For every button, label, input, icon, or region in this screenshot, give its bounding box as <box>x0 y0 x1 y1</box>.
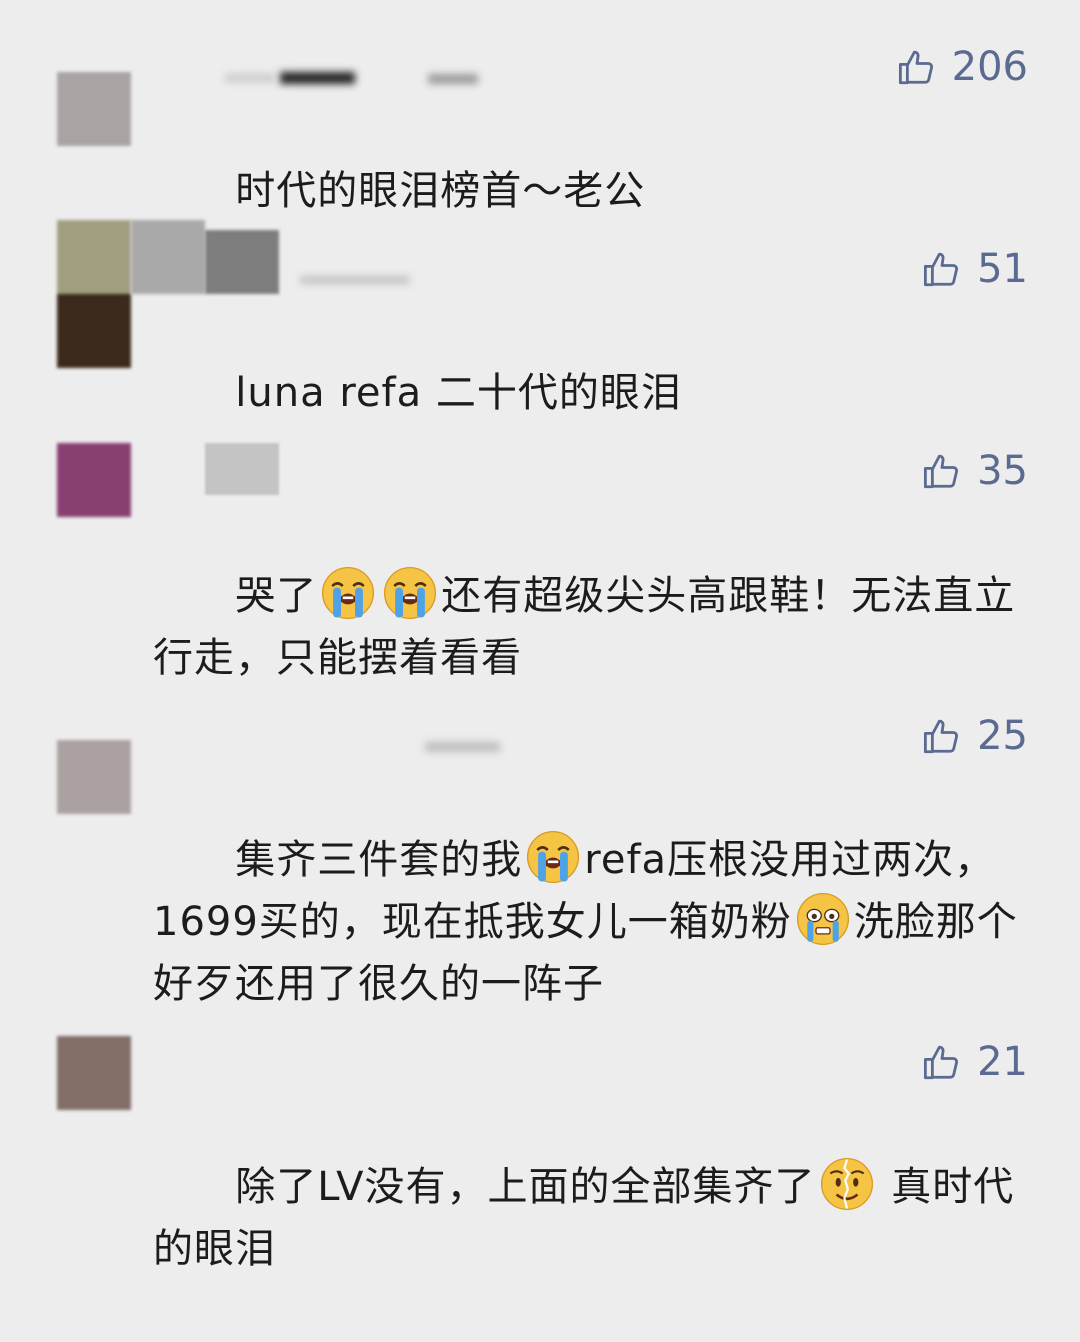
like-count: 25 <box>977 713 1028 759</box>
like-button[interactable]: 35 <box>921 450 1028 492</box>
comment-text-segment: luna refa 二十代的眼泪 <box>235 370 682 416</box>
avatar[interactable] <box>57 1036 131 1110</box>
crying-face-emoji <box>796 892 849 946</box>
username-blurred[interactable] <box>300 276 410 284</box>
comment-text: 哭了 还有超级尖头高跟鞋！无法直立行走，只能摆着看看 <box>153 503 1032 751</box>
avatar[interactable] <box>57 72 131 146</box>
comment-text-segment: 时代的眼泪榜首～老公 <box>235 168 646 214</box>
like-button[interactable]: 21 <box>921 1041 1028 1083</box>
avatar[interactable] <box>57 443 131 517</box>
comment-text: luna refa 二十代的眼泪 <box>153 300 1032 486</box>
username-blurred[interactable] <box>425 742 500 752</box>
avatar-blurred-extra <box>131 220 205 294</box>
comment-text-segment: 哭了 <box>235 573 318 619</box>
like-button[interactable]: 51 <box>921 248 1028 290</box>
username-blurred[interactable] <box>205 443 279 495</box>
comment-text: 时代的眼泪榜首～老公 <box>153 98 1032 284</box>
comment-text-segment: 除了LV没有，上面的全部集齐了 <box>235 1164 816 1210</box>
loudly-crying-emoji <box>384 566 437 620</box>
thumbs-up-icon <box>924 454 959 489</box>
like-count: 35 <box>977 448 1028 494</box>
thumbs-up-icon <box>924 252 959 287</box>
username-blurred[interactable] <box>280 72 355 84</box>
thumbs-up-icon <box>898 50 933 85</box>
username-blurred <box>225 74 275 82</box>
username-blurred <box>428 74 478 84</box>
like-count: 21 <box>977 1039 1028 1085</box>
like-button[interactable]: 206 <box>896 46 1028 88</box>
avatar-blurred-extra <box>205 230 279 294</box>
comment-text: 除了LV没有，上面的全部集齐了 真时代的眼泪 <box>153 1094 1032 1342</box>
like-count: 206 <box>951 44 1028 90</box>
thumbs-up-icon <box>924 719 959 754</box>
avatar[interactable] <box>57 740 131 814</box>
comment-text: 集齐三件套的我 refa压根没用过两次，1699买的，现在抵我女儿一箱奶粉 洗脸… <box>153 767 1032 1077</box>
avatar[interactable] <box>57 220 131 368</box>
thumbs-up-icon <box>924 1045 959 1080</box>
loudly-crying-emoji <box>527 830 580 884</box>
broken-smile-emoji <box>820 1157 873 1211</box>
like-button[interactable]: 25 <box>921 715 1028 757</box>
loudly-crying-emoji <box>322 566 375 620</box>
like-count: 51 <box>977 246 1028 292</box>
comment-text-segment: 集齐三件套的我 <box>235 837 523 883</box>
